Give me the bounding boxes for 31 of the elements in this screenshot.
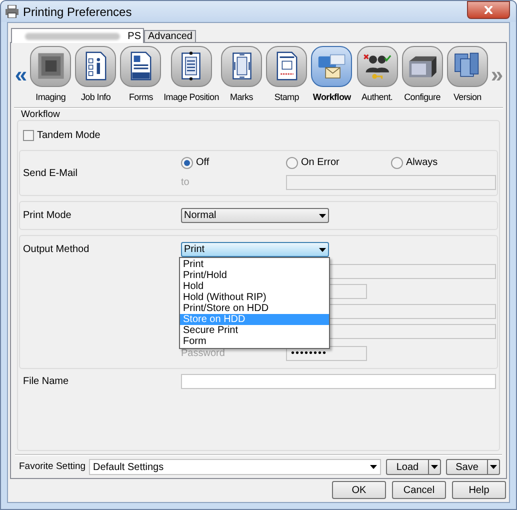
field-label: Favorite Setting [18,460,87,474]
scroll-left-button[interactable]: « [14,64,28,86]
print-mode-dropdown[interactable]: Normal [181,208,329,223]
field-label: Print Mode [22,209,72,223]
dialog-button[interactable]: OK [332,481,386,499]
tab[interactable]: Advanced [144,30,196,43]
dropdown-option[interactable]: Print/Store on HDD [180,303,329,314]
dropdown-option[interactable]: Hold [180,281,329,292]
dialog-button[interactable]: Cancel [392,481,446,499]
save-button[interactable]: Save [446,459,500,475]
field-label: Password [181,347,226,361]
dropdown-option[interactable]: Print/Hold [180,270,329,281]
radio-label: Always [406,156,438,170]
dropdown-option[interactable]: Secure Print [180,325,329,336]
field-label: Output Method [22,243,90,257]
load-button[interactable]: Load [386,459,441,475]
dropdown-option[interactable]: Form [180,336,329,347]
section-title: Workflow [21,110,61,120]
radio-label: Off [196,156,210,170]
field-label: to [181,176,190,190]
radio-label: On Error [301,156,340,170]
dropdown-option[interactable]: Hold (Without RIP) [180,292,329,303]
window-title: Printing Preferences [23,4,132,20]
dialog-button[interactable]: Help [452,481,506,499]
tab[interactable]: PS [11,28,144,43]
field-label: Send E-Mail [22,166,78,180]
favorite-setting-dropdown[interactable]: Default Settings [89,459,381,475]
dropdown-option[interactable]: Print [180,259,329,270]
output-method-dropdown[interactable]: Print [181,242,329,257]
checkbox-label: Tandem Mode [37,128,100,142]
field-label: File Name [22,374,70,388]
